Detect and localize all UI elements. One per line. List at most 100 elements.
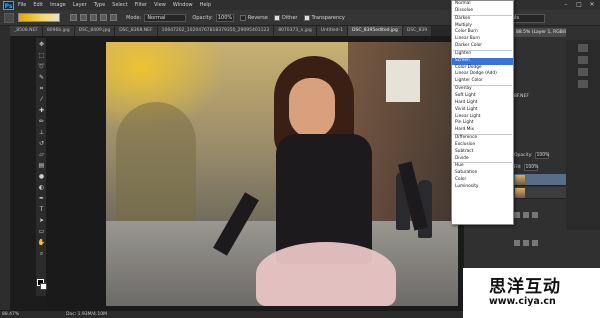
- blur-icon[interactable]: ●: [37, 172, 46, 181]
- blend-mode-option[interactable]: Soft Light: [452, 93, 513, 100]
- layer-opacity-label: Opacity:: [514, 152, 533, 158]
- blend-mode-option[interactable]: Luminosity: [452, 184, 513, 191]
- maximize-icon[interactable]: □: [575, 1, 583, 8]
- pen-icon[interactable]: ✒: [37, 194, 46, 203]
- dither-checkbox[interactable]: [273, 14, 280, 21]
- tab-document[interactable]: 10647202_10204767818379350_29095401123: [157, 26, 275, 36]
- layer-row[interactable]: [514, 187, 566, 199]
- left-panel-strip: [0, 26, 10, 310]
- layer-fill-input[interactable]: 100%: [523, 163, 538, 171]
- background-color-swatch[interactable]: [40, 283, 47, 290]
- menu-view[interactable]: View: [154, 2, 166, 8]
- tab-document[interactable]: DSC_8368.NEF: [115, 26, 158, 36]
- panel-dock-icon[interactable]: [578, 56, 588, 64]
- blend-mode-option[interactable]: Lighter Color: [452, 78, 513, 85]
- menu-layer[interactable]: Layer: [73, 2, 87, 8]
- blend-mode-option-highlighted[interactable]: Screen: [452, 57, 513, 65]
- zoom-level[interactable]: 88.47%: [2, 312, 42, 317]
- reverse-checkbox[interactable]: [239, 14, 246, 21]
- linear-gradient-button[interactable]: [70, 14, 77, 21]
- panel-dock-icon[interactable]: [578, 80, 588, 88]
- layer-opacity-input[interactable]: 100%: [534, 151, 549, 159]
- tab-document[interactable]: 8070373_n.jpg: [274, 26, 317, 36]
- angle-gradient-button[interactable]: [90, 14, 97, 21]
- tab-document[interactable]: DSC_8409.jpg: [74, 26, 116, 36]
- layer-thumbnail: [515, 175, 525, 185]
- layers-panel-buttons: [514, 212, 566, 221]
- opacity-input[interactable]: 100%: [215, 13, 234, 22]
- lasso-icon[interactable]: ➰: [37, 62, 46, 71]
- shape-icon[interactable]: ▭: [37, 227, 46, 236]
- close-icon[interactable]: ✕: [588, 1, 596, 8]
- delete-layer-icon[interactable]: [532, 212, 538, 218]
- layer-row[interactable]: [514, 174, 566, 186]
- reverse-label: Reverse: [247, 14, 268, 21]
- tab-document[interactable]: 8096b.jpg: [42, 26, 75, 36]
- mask-icon[interactable]: [514, 240, 520, 246]
- watermark-chinese: 思洋互动: [489, 277, 561, 297]
- clone-stamp-icon[interactable]: ⊥: [37, 128, 46, 137]
- menu-edit[interactable]: Edit: [33, 2, 43, 8]
- menu-type[interactable]: Type: [94, 2, 105, 8]
- blend-mode-option[interactable]: Overlay: [452, 86, 513, 93]
- quick-select-icon[interactable]: ✎: [37, 73, 46, 82]
- delete-icon[interactable]: [532, 240, 538, 246]
- new-layer-icon[interactable]: [523, 212, 529, 218]
- blend-mode-option[interactable]: Subtract: [452, 149, 513, 156]
- blend-mode-option[interactable]: Color: [452, 177, 513, 184]
- zoom-icon[interactable]: ⌕: [37, 249, 46, 258]
- tab-document[interactable]: DSC_839: [402, 26, 433, 36]
- mode-select[interactable]: Normal: [144, 13, 187, 22]
- eyedropper-icon[interactable]: ⁄: [37, 95, 46, 104]
- blend-mode-option[interactable]: Divide: [452, 156, 513, 163]
- blend-mode-option[interactable]: Dissolve: [452, 8, 513, 15]
- blend-mode-option[interactable]: Lighten: [452, 51, 513, 58]
- blend-mode-option[interactable]: Hard Mix: [452, 127, 513, 134]
- transparency-checkbox[interactable]: [303, 14, 310, 21]
- panel-dock-icon[interactable]: [578, 44, 588, 52]
- gradient-picker[interactable]: [18, 13, 60, 22]
- reflected-gradient-button[interactable]: [100, 14, 107, 21]
- crop-icon[interactable]: ⌗: [37, 84, 46, 93]
- blend-mode-option[interactable]: Exclusion: [452, 142, 513, 149]
- dodge-icon[interactable]: ◐: [37, 183, 46, 192]
- blend-mode-option[interactable]: Difference: [452, 135, 513, 142]
- hand-icon[interactable]: ✋: [37, 238, 46, 247]
- marquee-icon[interactable]: ⬚: [37, 51, 46, 60]
- minimize-icon[interactable]: –: [562, 1, 570, 8]
- tab-document[interactable]: Untitled-1: [316, 26, 349, 36]
- blend-mode-option[interactable]: Darken: [452, 16, 513, 23]
- type-icon[interactable]: T: [37, 205, 46, 214]
- move-icon[interactable]: ✥: [37, 40, 46, 49]
- tab-document[interactable]: _8508.NEF: [10, 26, 43, 36]
- adjustment-icon[interactable]: [523, 240, 529, 246]
- blend-mode-option[interactable]: Vivid Light: [452, 107, 513, 114]
- panel-dock-icon[interactable]: [578, 68, 588, 76]
- document-tabs: _8508.NEF 8096b.jpg DSC_8409.jpg DSC_836…: [10, 26, 462, 36]
- menu-filter[interactable]: Filter: [135, 2, 147, 8]
- photoshop-logo: Ps: [3, 0, 14, 10]
- history-brush-icon[interactable]: ↺: [37, 139, 46, 148]
- radial-gradient-button[interactable]: [80, 14, 87, 21]
- menu-window[interactable]: Window: [173, 2, 193, 8]
- menu-image[interactable]: Image: [50, 2, 66, 8]
- menu-file[interactable]: File: [18, 2, 26, 8]
- healing-icon[interactable]: ✚: [37, 106, 46, 115]
- watermark-url: www.ciya.cn: [489, 296, 556, 307]
- menu-help[interactable]: Help: [200, 2, 211, 8]
- blend-mode-option[interactable]: Normal: [452, 1, 513, 8]
- menu-select[interactable]: Select: [112, 2, 127, 8]
- eraser-icon[interactable]: ▱: [37, 150, 46, 159]
- blend-mode-option[interactable]: Darker Color: [452, 43, 513, 50]
- blend-mode-option[interactable]: Hard Light: [452, 100, 513, 107]
- layer-thumbnail: [515, 188, 525, 198]
- path-select-icon[interactable]: ➤: [37, 216, 46, 225]
- diamond-gradient-button[interactable]: [110, 14, 117, 21]
- new-group-icon[interactable]: [514, 212, 520, 218]
- tab-document-active[interactable]: DSC_8395edited.jpg: [348, 26, 403, 36]
- brush-icon[interactable]: ✏: [37, 117, 46, 126]
- gradient-icon[interactable]: ▤: [37, 161, 46, 170]
- gradient-tool-preset-icon[interactable]: [4, 12, 14, 23]
- blend-mode-dropdown[interactable]: Normal Dissolve Darken Multiply Color Bu…: [451, 0, 514, 225]
- document-canvas-photo[interactable]: [106, 42, 458, 306]
